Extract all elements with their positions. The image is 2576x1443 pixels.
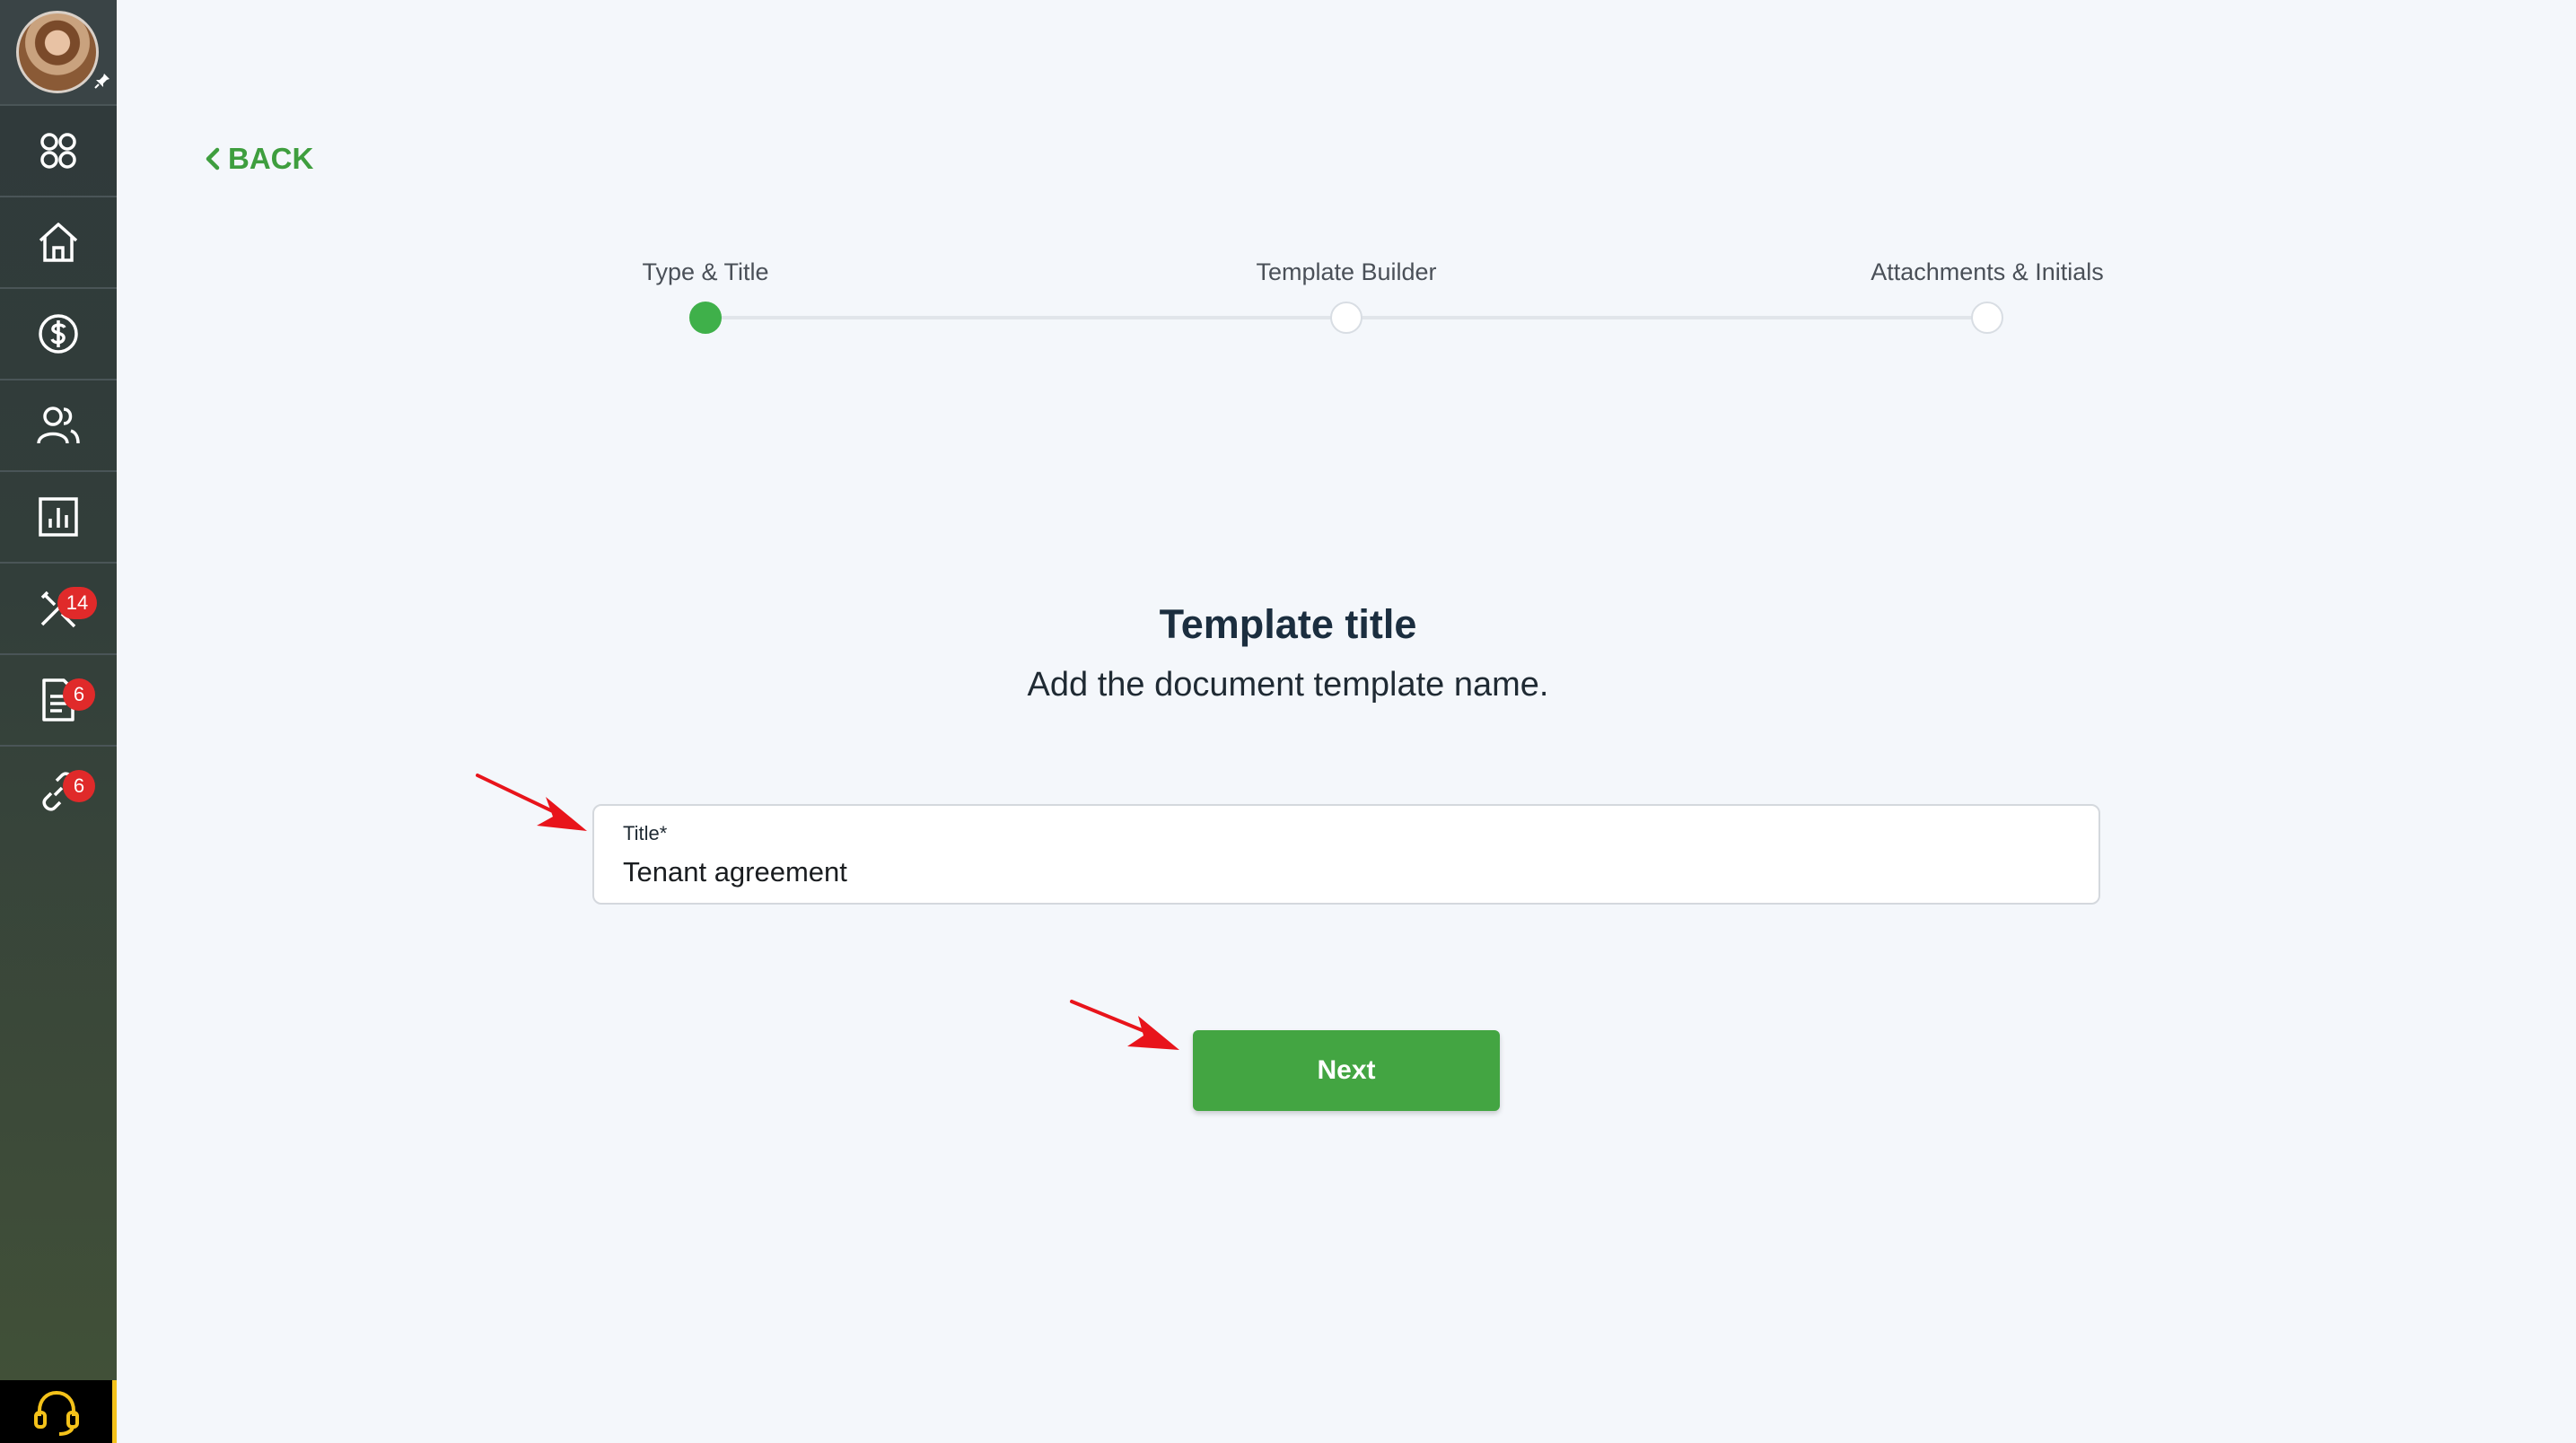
step-dot-attachments-initials bbox=[1971, 302, 2003, 334]
sidebar-item-links[interactable]: 6 bbox=[0, 745, 117, 836]
stepper: Type & Title Template Builder Attachment… bbox=[0, 0, 2576, 359]
headset-icon bbox=[33, 1390, 79, 1436]
step-dot-type-title bbox=[689, 302, 722, 334]
title-input[interactable] bbox=[623, 853, 2059, 892]
sidebar-item-people[interactable] bbox=[0, 379, 117, 470]
step-label-attachments-initials: Attachments & Initials bbox=[1871, 258, 2104, 285]
reports-icon bbox=[39, 497, 78, 537]
step-label-template-builder: Template Builder bbox=[1256, 258, 1437, 285]
step-dot-template-builder bbox=[1330, 302, 1362, 334]
page-title: Template title bbox=[1159, 601, 1417, 647]
step-label-type-title: Type & Title bbox=[642, 258, 769, 285]
links-badge: 6 bbox=[63, 770, 95, 802]
support-button[interactable] bbox=[0, 1380, 117, 1443]
title-field-label: Title* bbox=[623, 822, 668, 844]
title-field[interactable]: Title* bbox=[592, 804, 2100, 905]
people-icon bbox=[37, 407, 80, 444]
sidebar-item-reports[interactable] bbox=[0, 470, 117, 562]
page-subtitle: Add the document template name. bbox=[1027, 666, 1549, 704]
next-button[interactable]: Next bbox=[1193, 1030, 1500, 1111]
annotation-arrow-title bbox=[476, 774, 587, 831]
annotation-arrow-next bbox=[1070, 1000, 1179, 1050]
